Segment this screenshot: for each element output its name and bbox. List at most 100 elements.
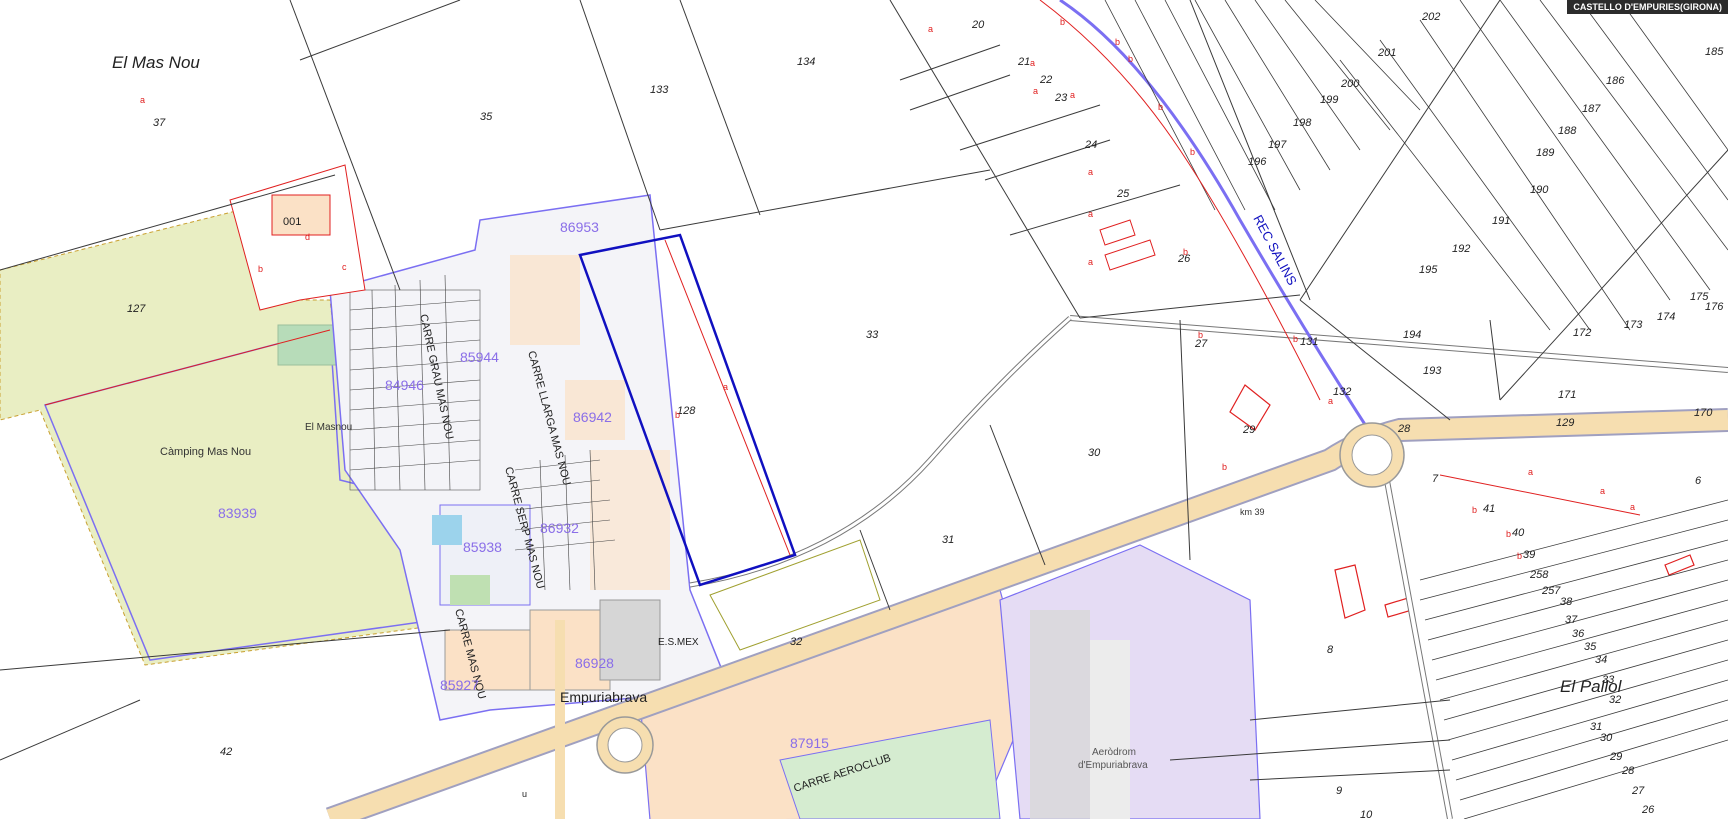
svg-text:197: 197 xyxy=(1268,139,1287,151)
block-86942: 86942 xyxy=(573,409,612,425)
svg-text:c: c xyxy=(342,262,347,272)
svg-text:35: 35 xyxy=(1584,641,1597,653)
svg-text:40: 40 xyxy=(1512,527,1525,539)
svg-text:32: 32 xyxy=(790,636,802,648)
svg-text:39: 39 xyxy=(1523,549,1535,561)
svg-text:185: 185 xyxy=(1705,46,1724,58)
svg-text:170: 170 xyxy=(1694,407,1713,419)
svg-text:33: 33 xyxy=(1602,674,1615,686)
svg-text:36: 36 xyxy=(1572,628,1585,640)
label-empuriabrava: Empuriabrava xyxy=(560,689,647,705)
svg-text:32: 32 xyxy=(1609,694,1621,706)
block-85938: 85938 xyxy=(463,539,502,555)
label-camping: Càmping Mas Nou xyxy=(160,446,251,458)
svg-text:b: b xyxy=(1128,54,1133,64)
block-83939: 83939 xyxy=(218,505,257,521)
svg-text:001: 001 xyxy=(283,216,301,228)
block-86928: 86928 xyxy=(575,655,614,671)
svg-text:33: 33 xyxy=(866,329,879,341)
svg-text:20: 20 xyxy=(971,19,985,31)
svg-text:b: b xyxy=(1198,330,1203,340)
svg-text:37: 37 xyxy=(153,117,166,129)
svg-text:176: 176 xyxy=(1705,301,1724,313)
svg-text:190: 190 xyxy=(1530,184,1549,196)
svg-text:a: a xyxy=(1328,396,1333,406)
svg-text:a: a xyxy=(1088,167,1093,177)
svg-text:29: 29 xyxy=(1242,424,1255,436)
label-km: km 39 xyxy=(1240,507,1265,517)
svg-text:27: 27 xyxy=(1631,785,1645,797)
svg-text:24: 24 xyxy=(1084,139,1097,151)
block-84946: 84946 xyxy=(385,377,424,393)
svg-text:42: 42 xyxy=(220,746,232,758)
svg-text:b: b xyxy=(1190,147,1195,157)
block-86932: 86932 xyxy=(540,520,579,536)
svg-text:258: 258 xyxy=(1529,569,1549,581)
svg-text:b: b xyxy=(675,410,680,420)
svg-text:b: b xyxy=(258,264,263,274)
svg-text:192: 192 xyxy=(1452,243,1470,255)
label-aerodrom: Aeròdrom xyxy=(1092,747,1136,758)
svg-text:133: 133 xyxy=(650,84,669,96)
svg-text:127: 127 xyxy=(127,303,146,315)
svg-text:b: b xyxy=(1517,551,1522,561)
block-85944: 85944 xyxy=(460,349,499,365)
svg-text:a: a xyxy=(723,382,728,392)
svg-text:201: 201 xyxy=(1377,47,1396,59)
svg-text:b: b xyxy=(1293,334,1298,344)
svg-text:172: 172 xyxy=(1573,327,1591,339)
svg-text:134: 134 xyxy=(797,56,815,68)
svg-text:b: b xyxy=(1115,37,1120,47)
svg-text:7: 7 xyxy=(1432,473,1439,485)
svg-text:a: a xyxy=(1528,467,1533,477)
svg-text:29: 29 xyxy=(1609,751,1622,763)
svg-text:21: 21 xyxy=(1017,56,1030,68)
svg-text:189: 189 xyxy=(1536,147,1554,159)
svg-text:b: b xyxy=(1060,17,1065,27)
svg-text:31: 31 xyxy=(942,534,954,546)
aerodrome-area xyxy=(999,544,1261,820)
svg-text:191: 191 xyxy=(1492,215,1510,227)
cadastral-map[interactable]: El Mas Nou Càmping Mas Nou El Masnou Emp… xyxy=(0,0,1728,824)
svg-text:b: b xyxy=(1506,529,1511,539)
svg-text:202: 202 xyxy=(1421,11,1440,23)
svg-text:d: d xyxy=(305,232,310,242)
svg-text:129: 129 xyxy=(1556,417,1574,429)
block-86953: 86953 xyxy=(560,219,599,235)
svg-text:28: 28 xyxy=(1621,765,1635,777)
svg-text:a: a xyxy=(1088,257,1093,267)
svg-text:174: 174 xyxy=(1657,311,1675,323)
striped-parcels-north xyxy=(1104,0,1728,331)
svg-text:187: 187 xyxy=(1582,103,1601,115)
label-es-mex: E.S.MEX xyxy=(658,637,699,648)
svg-text:u: u xyxy=(522,789,527,799)
svg-text:173: 173 xyxy=(1624,319,1643,331)
svg-text:131: 131 xyxy=(1300,336,1318,348)
svg-text:186: 186 xyxy=(1606,75,1625,87)
svg-text:6: 6 xyxy=(1695,475,1702,487)
svg-text:a: a xyxy=(928,24,933,34)
svg-text:a: a xyxy=(1033,86,1038,96)
label-el-mas-nou: El Mas Nou xyxy=(112,53,200,72)
svg-text:8: 8 xyxy=(1327,644,1334,656)
svg-text:171: 171 xyxy=(1558,389,1576,401)
svg-text:b: b xyxy=(1158,102,1163,112)
block-87915: 87915 xyxy=(790,735,829,751)
svg-text:38: 38 xyxy=(1560,596,1573,608)
svg-text:196: 196 xyxy=(1248,156,1267,168)
svg-text:25: 25 xyxy=(1116,188,1130,200)
svg-text:35: 35 xyxy=(480,111,493,123)
svg-text:193: 193 xyxy=(1423,365,1442,377)
svg-text:198: 198 xyxy=(1293,117,1312,129)
svg-text:a: a xyxy=(1070,90,1075,100)
label-aerodrom-2: d'Empuriabrava xyxy=(1078,760,1148,771)
svg-text:28: 28 xyxy=(1397,423,1411,435)
svg-text:37: 37 xyxy=(1565,614,1578,626)
svg-text:194: 194 xyxy=(1403,329,1421,341)
svg-text:199: 199 xyxy=(1320,94,1338,106)
svg-text:195: 195 xyxy=(1419,264,1438,276)
svg-text:a: a xyxy=(1600,486,1605,496)
svg-text:23: 23 xyxy=(1054,92,1068,104)
svg-text:9: 9 xyxy=(1336,785,1342,797)
svg-text:34: 34 xyxy=(1595,654,1607,666)
